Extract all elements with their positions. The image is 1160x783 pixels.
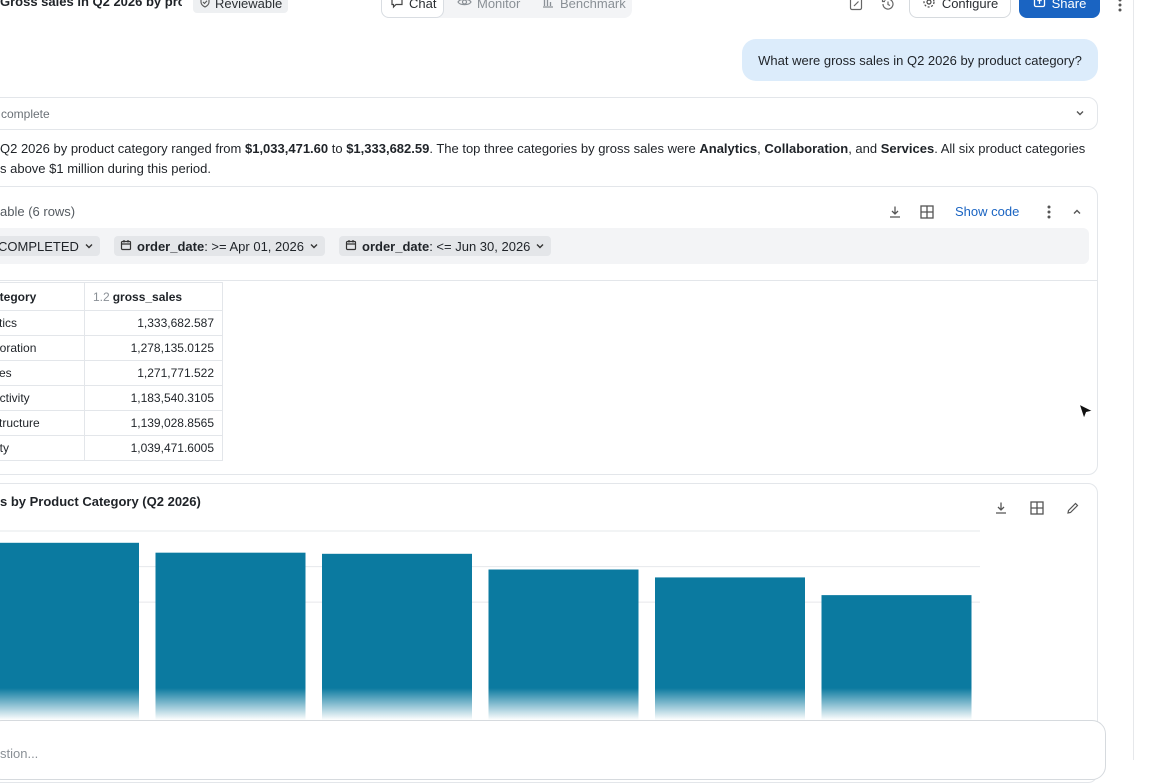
answer-summary: Q2 2026 by product category ranged from … (0, 139, 1095, 179)
chevron-down-icon (535, 239, 545, 254)
more-vertical-icon[interactable] (1112, 0, 1128, 14)
column-header-category[interactable]: ategory (0, 282, 85, 311)
share-button[interactable]: Share (1019, 0, 1100, 18)
history-icon[interactable] (879, 0, 897, 13)
configure-label: Configure (941, 0, 999, 11)
category-cell: ces (0, 360, 85, 386)
calendar-icon (345, 239, 357, 254)
user-message-text: What were gross sales in Q2 2026 by prod… (758, 52, 1082, 68)
gross-sales-cell: 1,139,028.8565 (84, 410, 223, 436)
chat-input-placeholder[interactable]: stion... (0, 746, 38, 761)
filter-field: order_date (137, 238, 205, 254)
tab-benchmark[interactable]: Benchmark (533, 0, 634, 18)
show-code-link[interactable]: Show code (955, 204, 1019, 219)
filter-field: order_date (362, 238, 430, 254)
column-header-gross-sales[interactable]: 1.2 gross_sales (84, 282, 223, 311)
gross-sales-cell: 1,278,135.0125 (84, 335, 223, 361)
tab-monitor[interactable]: Monitor (449, 0, 528, 18)
chevron-down-icon (1074, 107, 1086, 122)
results-table: ategory 1.2gross_sales ytics1,333,682.58… (0, 282, 223, 461)
kebab-menu-icon[interactable] (1041, 203, 1057, 221)
gear-icon (922, 0, 936, 12)
chat-bubble-icon (390, 0, 404, 12)
table-card-title: able (6 rows) (0, 204, 76, 219)
download-icon[interactable] (886, 203, 904, 221)
share-label: Share (1051, 0, 1087, 11)
table-row: boration1,278,135.0125 (0, 335, 223, 361)
gross-sales-cell: 1,183,540.3105 (84, 385, 223, 411)
table-view-icon[interactable] (918, 203, 936, 221)
category-cell: rity (0, 435, 85, 461)
pencil-icon[interactable] (1064, 499, 1082, 517)
chevron-down-icon (309, 239, 319, 254)
table-header-row: ategory 1.2gross_sales (0, 282, 223, 311)
gross-sales-cell: 1,333,682.587 (84, 310, 223, 336)
chevron-up-icon[interactable] (1068, 203, 1086, 221)
status-text: complete (1, 106, 50, 121)
scroll-fade (0, 688, 1095, 720)
chevron-down-icon (84, 239, 94, 254)
gross-sales-cell: 1,039,471.6005 (84, 435, 223, 461)
mouse-cursor (1076, 401, 1096, 428)
calendar-icon (120, 239, 132, 254)
tab-monitor-label: Monitor (477, 0, 521, 11)
summary-line-2: s above $1 million during this period. (0, 161, 212, 176)
table-view-icon[interactable] (1028, 499, 1046, 517)
table-row: structure1,139,028.8565 (0, 410, 223, 436)
status-filter-chip[interactable]: COMPLETED (0, 236, 100, 256)
category-cell: ytics (0, 310, 85, 336)
filter-condition: : <= Jun 30, 2026 (429, 238, 531, 254)
edit-note-icon[interactable] (847, 0, 865, 13)
filter-condition: : >= Apr 01, 2026 (204, 238, 304, 254)
date-to-filter-chip[interactable]: order_date: <= Jun 30, 2026 (339, 236, 552, 256)
share-icon (1033, 0, 1046, 11)
right-rail-divider (1133, 0, 1134, 760)
numeric-type-tag: 1.2 (93, 289, 110, 304)
table-row: ces1,271,771.522 (0, 360, 223, 386)
table-row: ytics1,333,682.587 (0, 310, 223, 336)
tab-chat[interactable]: Chat (381, 0, 444, 18)
status-bar[interactable]: complete (0, 97, 1098, 130)
badge-label: Reviewable (215, 0, 283, 11)
eye-icon (457, 0, 472, 12)
configure-button[interactable]: Configure (909, 0, 1011, 18)
shield-check-icon (199, 0, 211, 11)
card-divider (0, 280, 1098, 281)
table-row: rity1,039,471.6005 (0, 435, 223, 461)
chat-input-box[interactable] (0, 720, 1106, 780)
category-cell: boration (0, 335, 85, 361)
reviewable-badge[interactable]: Reviewable (193, 0, 289, 13)
category-cell: uctivity (0, 385, 85, 411)
chart-title: s by Product Category (Q2 2026) (0, 494, 201, 509)
category-cell: structure (0, 410, 85, 436)
page-title: Gross sales in Q2 2026 by product catego… (0, 0, 182, 9)
table-row: uctivity1,183,540.3105 (0, 385, 223, 411)
gross-sales-cell: 1,271,771.522 (84, 360, 223, 386)
filter-value: COMPLETED (0, 238, 79, 254)
tab-benchmark-label: Benchmark (560, 0, 626, 11)
user-message-bubble: What were gross sales in Q2 2026 by prod… (742, 39, 1098, 81)
bar-chart-icon (541, 0, 555, 12)
date-from-filter-chip[interactable]: order_date: >= Apr 01, 2026 (114, 236, 325, 256)
tab-chat-label: Chat (409, 0, 437, 11)
summary-line-1: Q2 2026 by product category ranged from … (0, 141, 1086, 156)
download-icon[interactable] (992, 499, 1010, 517)
